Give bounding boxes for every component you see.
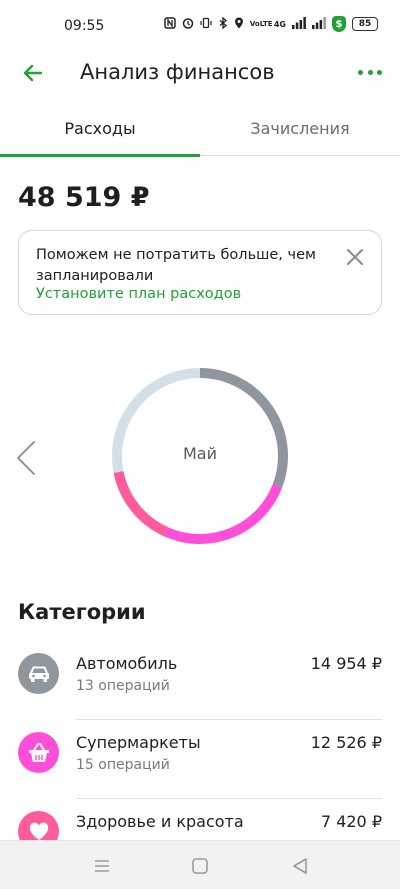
square-icon bbox=[192, 858, 208, 874]
spending-donut-chart: Май bbox=[100, 356, 300, 556]
arrow-left-icon bbox=[23, 64, 43, 82]
close-hint-button[interactable] bbox=[345, 247, 365, 267]
chart-month-label: Май bbox=[182, 444, 217, 463]
back-nav-button[interactable] bbox=[289, 855, 311, 877]
category-row-supermarkets[interactable]: Супермаркеты 15 операций 12 526 ₽ bbox=[0, 720, 400, 799]
menu-icon bbox=[95, 860, 109, 872]
category-name: Автомобиль bbox=[76, 654, 178, 673]
status-icons: VoLTE 4G $ 85 bbox=[164, 16, 378, 32]
recent-apps-button[interactable] bbox=[91, 855, 113, 877]
category-amount: 14 954 ₽ bbox=[310, 654, 382, 673]
hint-card: Поможем не потратить больше, чем заплани… bbox=[18, 230, 382, 315]
tabs: Расходы Зачисления bbox=[0, 106, 400, 157]
category-row-auto[interactable]: Автомобиль 13 операций 14 954 ₽ bbox=[0, 641, 400, 720]
car-icon bbox=[18, 653, 59, 694]
signal-icon bbox=[292, 16, 306, 32]
tab-income[interactable]: Зачисления bbox=[200, 106, 400, 156]
status-time: 09:55 bbox=[64, 18, 105, 34]
volte-label: VoLTE bbox=[249, 19, 273, 28]
page-title: Анализ финансов bbox=[80, 60, 275, 84]
category-ops: 15 операций bbox=[76, 757, 170, 773]
category-ops: 13 операций bbox=[76, 678, 170, 694]
donut-slice-0 bbox=[199, 368, 288, 488]
bluetooth-icon bbox=[218, 16, 228, 32]
category-name: Супермаркеты bbox=[76, 733, 201, 752]
system-nav-bar bbox=[0, 840, 400, 889]
home-button[interactable] bbox=[189, 855, 211, 877]
nfc-icon bbox=[164, 16, 176, 32]
category-amount: 7 420 ₽ bbox=[320, 812, 382, 831]
app-header: Анализ финансов bbox=[0, 54, 400, 94]
donut-slice-2 bbox=[113, 470, 169, 537]
close-icon bbox=[347, 249, 363, 265]
donut-slice-1 bbox=[164, 483, 283, 544]
vibrate-icon bbox=[200, 17, 212, 32]
category-name: Здоровье и красота bbox=[76, 812, 244, 831]
categories-title: Категории bbox=[18, 600, 146, 624]
triangle-back-icon bbox=[293, 858, 307, 874]
status-bar: 09:55 VoLTE 4G $ 85 bbox=[0, 0, 400, 54]
hint-text: Поможем не потратить больше, чем заплани… bbox=[36, 247, 316, 284]
tab-expenses[interactable]: Расходы bbox=[0, 106, 200, 157]
total-amount: 48 519 ₽ bbox=[18, 182, 150, 213]
wifi-icon bbox=[312, 16, 326, 32]
location-icon bbox=[234, 17, 244, 32]
more-options-button[interactable] bbox=[358, 62, 382, 82]
chevron-left-icon bbox=[17, 441, 35, 475]
network-label: 4G bbox=[273, 19, 286, 29]
set-plan-link[interactable]: Установите план расходов bbox=[36, 286, 241, 302]
category-amount: 12 526 ₽ bbox=[310, 733, 382, 752]
alarm-icon bbox=[182, 17, 194, 32]
sber-shield-icon: $ bbox=[332, 16, 346, 32]
back-button[interactable] bbox=[20, 60, 46, 86]
more-dots-icon bbox=[358, 69, 363, 75]
previous-month-button[interactable] bbox=[12, 438, 40, 478]
basket-icon bbox=[18, 732, 59, 773]
battery-indicator: 85 bbox=[352, 17, 378, 31]
